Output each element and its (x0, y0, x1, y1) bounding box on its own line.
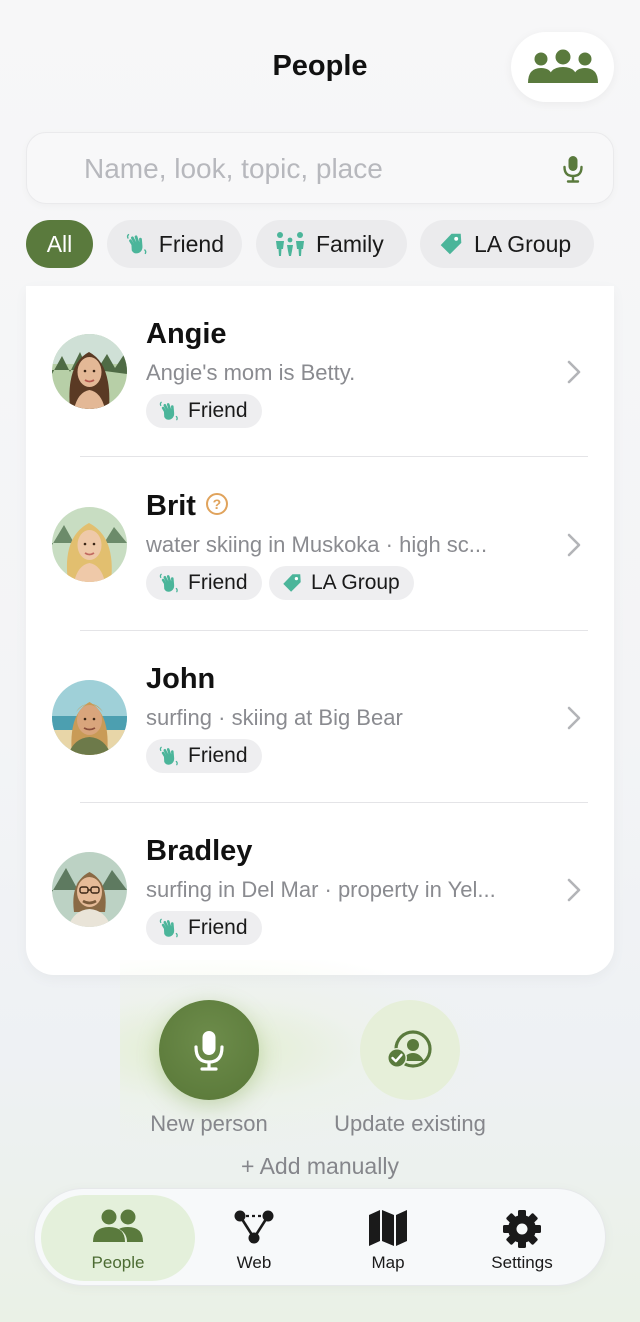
person-name: Angie (146, 318, 227, 350)
tab-map[interactable]: Map (311, 1195, 465, 1281)
avatar (52, 507, 127, 582)
avatar (52, 334, 127, 409)
waving-hand-icon (125, 232, 149, 256)
chevron-right-icon (567, 533, 581, 557)
family-icon (276, 232, 304, 256)
filter-chip-la-group[interactable]: LA Group (420, 220, 594, 268)
avatar (52, 680, 127, 755)
tag-label: Friend (188, 744, 248, 767)
tag-icon (438, 231, 464, 257)
person-check-icon (387, 1030, 432, 1068)
microphone-icon[interactable] (560, 155, 586, 183)
search-input[interactable] (84, 147, 544, 191)
people-icon (93, 1209, 143, 1242)
person-note: surfing · skiing at Big Bear (146, 705, 403, 730)
chevron-right-icon (567, 360, 581, 384)
chevron-right-icon (567, 878, 581, 902)
filter-chip-label: Family (316, 230, 384, 257)
waving-hand-icon (158, 572, 180, 594)
tab-label: Settings (491, 1253, 553, 1272)
tag-label: Friend (188, 916, 248, 939)
person-tag-friend: Friend (146, 394, 262, 428)
waving-hand-icon (158, 917, 180, 939)
map-icon (369, 1210, 407, 1246)
person-tag-friend: Friend (146, 566, 262, 600)
tab-label: People (91, 1253, 145, 1272)
header: People (0, 0, 640, 130)
update-existing-label: Update existing (334, 1111, 486, 1136)
filter-chip-label: Friend (158, 230, 224, 257)
update-existing-button[interactable] (360, 1000, 460, 1100)
person-tag-friend: Friend (146, 911, 262, 945)
person-row-bradley[interactable]: Bradley surfing in Del Mar · property in… (26, 803, 614, 973)
person-tag-la-group: LA Group (269, 566, 414, 600)
tab-web[interactable]: Web (177, 1195, 331, 1281)
avatar (52, 852, 127, 927)
tab-people[interactable]: People (41, 1195, 195, 1281)
filter-chip-all[interactable]: All (26, 220, 93, 268)
person-name: John (146, 663, 216, 695)
filter-chip-label: LA Group (474, 230, 572, 257)
filter-chip-friend[interactable]: Friend (107, 220, 242, 268)
microphone-icon (194, 1031, 224, 1071)
tag-icon (281, 572, 303, 594)
tag-label: Friend (188, 399, 248, 422)
people-group-icon (527, 49, 598, 83)
help-question-icon[interactable]: ? (205, 493, 228, 516)
waving-hand-icon (158, 745, 180, 767)
person-note: Angie's mom is Betty. (146, 360, 356, 385)
new-person-label: New person (150, 1111, 268, 1136)
people-group-button[interactable] (511, 32, 614, 102)
search-bar[interactable] (26, 132, 614, 204)
chevron-right-icon (567, 706, 581, 730)
bottom-tab-bar: People Web Map Settings (34, 1188, 606, 1286)
filter-chip-label: All (46, 230, 73, 257)
add-manually-link[interactable]: + Add manually (0, 1153, 640, 1180)
tab-settings[interactable]: Settings (445, 1195, 599, 1281)
person-row-john[interactable]: John surfing · skiing at Big Bear Friend (26, 631, 614, 801)
person-note: surfing in Del Mar · property in Yel... (146, 877, 496, 902)
tag-label: Friend (188, 571, 248, 594)
waving-hand-icon (158, 400, 180, 422)
gear-icon (503, 1210, 541, 1248)
tab-label: Map (371, 1253, 405, 1272)
tab-label: Web (236, 1253, 272, 1272)
person-row-brit[interactable]: Brit? water skiing in Muskoka · high sc.… (26, 458, 614, 628)
person-name: Bradley (146, 835, 253, 867)
person-name-text: Brit (146, 490, 196, 522)
network-web-icon (234, 1210, 274, 1244)
person-note: water skiing in Muskoka · high sc... (146, 532, 488, 557)
row-divider (80, 456, 588, 457)
people-list: Angie Angie's mom is Betty. Friend Brit … (26, 286, 614, 975)
person-tag-friend: Friend (146, 739, 262, 773)
new-person-button[interactable] (159, 1000, 259, 1100)
person-row-angie[interactable]: Angie Angie's mom is Betty. Friend (26, 286, 614, 456)
filter-chip-family[interactable]: Family (256, 220, 407, 268)
person-name: Brit? (146, 490, 228, 523)
tag-label: LA Group (311, 571, 400, 594)
